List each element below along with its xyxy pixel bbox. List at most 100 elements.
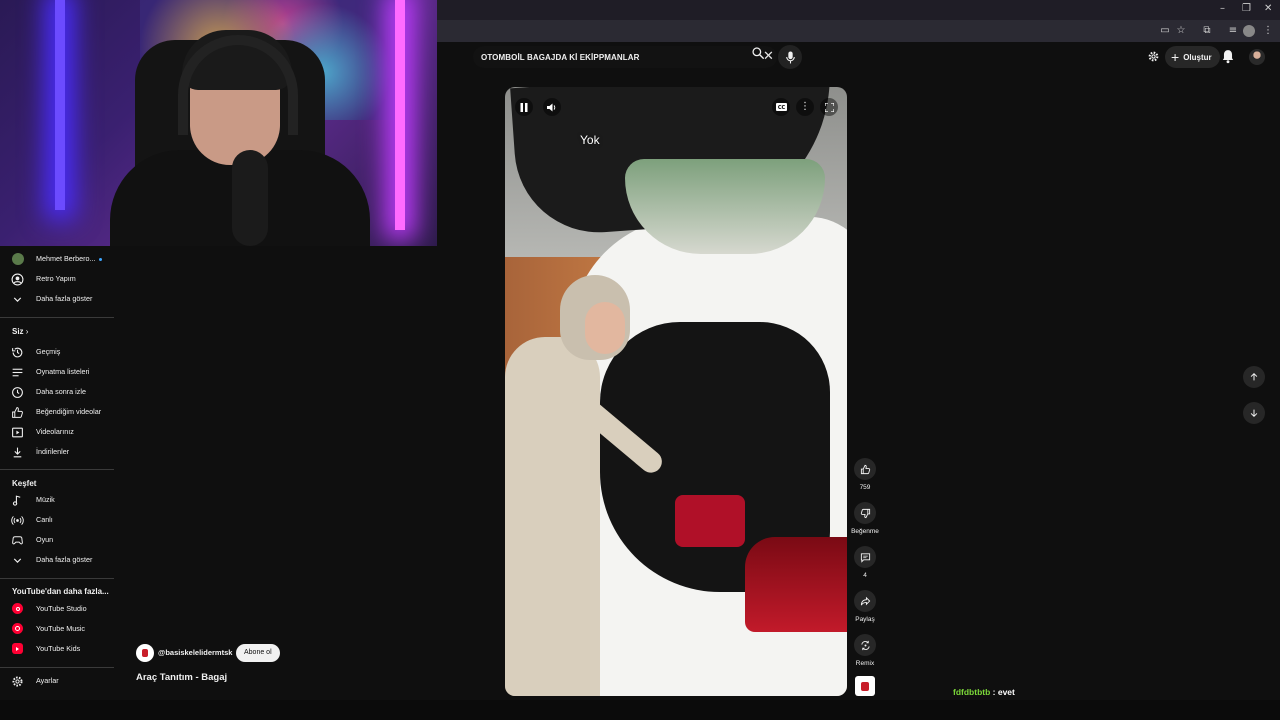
sidebar-item-label: Videolarınız	[36, 427, 74, 436]
sidebar-show-more-subscriptions[interactable]: Daha fazla göster	[0, 289, 120, 309]
channel-avatar[interactable]	[136, 644, 154, 662]
dislike-button[interactable]: Beğenme	[851, 502, 879, 535]
cast-icon[interactable]: ▭	[1159, 25, 1171, 37]
search-query-text[interactable]: OTOMBOİL BAGAJDA Kİ EKİPPMANLAR	[481, 53, 640, 62]
sidebar-heading-explore: Keşfet	[12, 479, 37, 488]
sidebar-item-label: Retro Yapım	[36, 274, 76, 283]
like-button[interactable]: 759	[852, 458, 878, 491]
sidebar-subscription-mehmet[interactable]: Mehmet Berbero...	[0, 249, 120, 269]
game-icon	[12, 536, 23, 545]
share-icon	[860, 596, 870, 605]
video-title[interactable]: Araç Tanıtım - Bagaj	[136, 672, 227, 683]
maximize-button[interactable]: ❐	[1242, 3, 1251, 14]
profile-icon[interactable]	[1243, 25, 1255, 37]
sidebar-heading-more-from-youtube: YouTube'dan daha fazla...	[12, 587, 109, 596]
account-avatar[interactable]	[1249, 49, 1265, 65]
playlist-icon	[12, 368, 23, 377]
sidebar-item-settings[interactable]: Ayarlar	[0, 671, 120, 691]
chat-text: : evet	[990, 687, 1015, 697]
svg-text:CC: CC	[777, 105, 785, 111]
sidebar-item-gaming[interactable]: Oyun	[0, 530, 120, 550]
media-controls-icon[interactable]: ≡	[1227, 25, 1239, 37]
pause-button[interactable]	[515, 98, 533, 116]
stream-chat-message: fdfdbtbtb : evet	[953, 687, 1015, 697]
sidebar-item-music[interactable]: Müzik	[0, 490, 120, 510]
share-button[interactable]: Paylaş	[852, 590, 878, 623]
sidebar-item-label: Mehmet Berbero...	[36, 254, 102, 263]
notifications-bell-icon[interactable]	[1221, 49, 1235, 64]
captions-button[interactable]: CC	[772, 98, 790, 116]
thumbs-up-icon	[860, 464, 870, 474]
video-icon	[12, 427, 23, 438]
youtube-kids-icon	[12, 643, 23, 654]
sidebar-item-watch-later[interactable]: Daha sonra izle	[0, 382, 120, 402]
search-input[interactable]: OTOMBOİL BAGAJDA Kİ EKİPPMANLAR ✕	[473, 46, 777, 68]
create-button[interactable]: + Oluştur	[1165, 46, 1220, 68]
comment-icon	[860, 552, 870, 563]
minimize-button[interactable]: –	[1220, 3, 1225, 14]
channel-logo-icon	[142, 649, 148, 657]
close-window-button[interactable]: ✕	[1264, 3, 1272, 14]
extensions-icon[interactable]: ⧉	[1201, 25, 1213, 37]
sidebar-subscription-retro-yapim[interactable]: Retro Yapım	[0, 269, 120, 289]
sidebar-item-youtube-music[interactable]: YouTube Music	[0, 619, 120, 639]
channel-avatar	[12, 253, 24, 265]
more-options-button[interactable]: ⋮	[796, 98, 814, 116]
channel-handle[interactable]: @basiskelelidermtsk	[158, 648, 232, 657]
share-label: Paylaş	[855, 616, 875, 623]
voice-search-button[interactable]	[778, 45, 802, 69]
like-count: 759	[859, 484, 871, 491]
browser-toolbar: ▭ ☆ ⧉ ≡ ⋮	[437, 20, 1280, 42]
download-icon	[13, 447, 22, 458]
chrome-menu-icon[interactable]: ⋮	[1262, 25, 1274, 37]
sidebar-item-label: Daha fazla göster	[36, 294, 93, 303]
sidebar-item-youtube-studio[interactable]: YouTube Studio	[0, 599, 120, 619]
sidebar-item-label: Daha sonra izle	[36, 387, 86, 396]
dislike-label: Beğenme	[851, 528, 879, 535]
plus-icon: +	[1171, 49, 1180, 65]
channel-sound-thumbnail[interactable]	[855, 676, 875, 696]
previous-video-button[interactable]	[1243, 366, 1265, 388]
sidebar-item-liked-videos[interactable]: Beğendiğim videolar	[0, 402, 120, 422]
remix-button[interactable]: Remix	[852, 634, 878, 667]
sidebar-item-label: Geçmiş	[36, 347, 61, 356]
music-icon	[12, 495, 21, 506]
sidebar-item-your-videos[interactable]: Videolarınız	[0, 422, 120, 442]
remix-label: Remix	[855, 660, 875, 667]
fullscreen-icon	[824, 102, 834, 112]
captions-icon: CC	[775, 103, 787, 111]
live-indicator	[98, 257, 102, 261]
volume-button[interactable]	[543, 98, 561, 116]
sidebar-divider	[0, 578, 114, 579]
microphone-icon	[785, 51, 795, 63]
history-icon	[12, 347, 23, 358]
sidebar-item-label: YouTube Kids	[36, 644, 81, 653]
youtube-music-icon	[12, 623, 23, 634]
subscribe-button[interactable]: Abone ol	[236, 644, 280, 662]
sidebar-item-live[interactable]: Canlı	[0, 510, 120, 530]
fullscreen-button[interactable]	[820, 98, 838, 116]
sidebar-item-label: Oyun	[36, 535, 54, 544]
youtube-header: OTOMBOİL BAGAJDA Kİ EKİPPMANLAR ✕ + Oluş…	[437, 42, 1280, 72]
sidebar-item-label: Canlı	[36, 515, 53, 524]
sidebar-item-label: YouTube Studio	[36, 604, 87, 613]
sidebar-item-playlists[interactable]: Oynatma listeleri	[0, 362, 120, 382]
sidebar-item-downloads[interactable]: İndirilenler	[0, 442, 120, 462]
sidebar: Mehmet Berbero... Retro Yapım Daha fazla…	[0, 246, 120, 700]
sidebar-show-more-explore[interactable]: Daha fazla göster	[0, 550, 120, 570]
sidebar-item-label: Müzik	[36, 495, 55, 504]
next-video-button[interactable]	[1243, 402, 1265, 424]
search-icon[interactable]	[751, 46, 765, 60]
sidebar-item-youtube-kids[interactable]: YouTube Kids	[0, 639, 120, 659]
video-caption: Yok	[580, 133, 600, 147]
bookmark-star-icon[interactable]: ☆	[1175, 25, 1187, 37]
sidebar-divider	[0, 317, 114, 318]
sidebar-item-history[interactable]: Geçmiş	[0, 342, 120, 362]
comments-button[interactable]: 4	[852, 546, 878, 579]
channel-logo-icon	[861, 681, 869, 691]
youtube-studio-icon	[12, 603, 23, 614]
arrow-down-icon	[1250, 409, 1258, 418]
shorts-video-player[interactable]: CC ⋮ Yok	[505, 87, 847, 696]
gear-icon[interactable]	[1147, 50, 1160, 63]
sidebar-heading-you[interactable]: Siz ›	[12, 327, 28, 336]
